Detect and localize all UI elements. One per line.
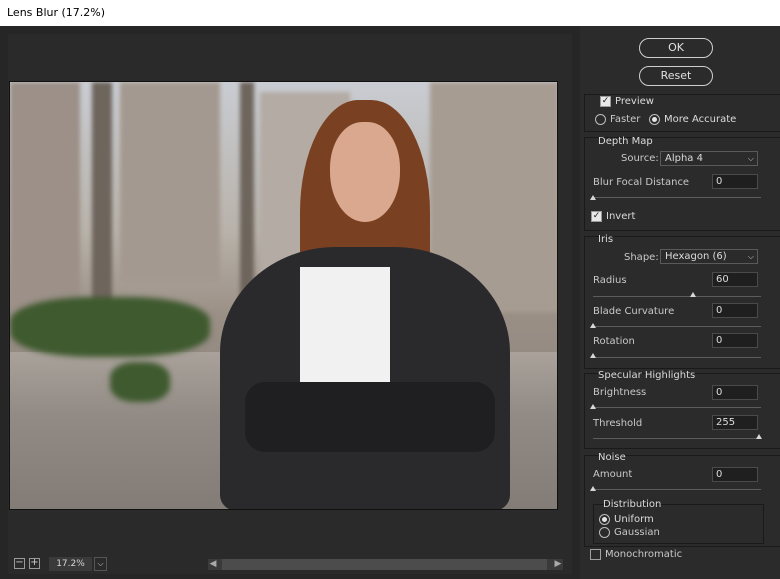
amount-slider[interactable] <box>593 489 761 490</box>
rotation-input[interactable]: 0 <box>712 333 758 348</box>
threshold-thumb[interactable] <box>756 434 762 439</box>
preview-image[interactable] <box>9 81 558 510</box>
zoom-level[interactable]: 17.2% <box>49 557 92 571</box>
scroll-thumb[interactable] <box>222 559 547 570</box>
shape-value: Hexagon (6) <box>665 251 727 262</box>
reset-button[interactable]: Reset <box>639 66 713 86</box>
brightness-slider[interactable] <box>593 407 761 408</box>
amount-label: Amount <box>593 469 633 480</box>
monochromatic-label: Monochromatic <box>605 549 683 560</box>
zoom-out-button[interactable]: − <box>14 558 25 569</box>
amount-input[interactable]: 0 <box>712 467 758 482</box>
threshold-label: Threshold <box>593 418 643 429</box>
rotation-label: Rotation <box>593 336 635 347</box>
zoom-dropdown[interactable]: ⌵ <box>94 557 107 571</box>
distribution-title: Distribution <box>603 499 662 510</box>
focal-distance-input[interactable]: 0 <box>712 174 758 189</box>
faster-radio[interactable] <box>595 114 606 125</box>
zoom-in-button[interactable]: + <box>29 558 40 569</box>
blade-curvature-input[interactable]: 0 <box>712 303 758 318</box>
chevron-down-icon: ⌵ <box>747 154 754 163</box>
blade-curvature-label: Blade Curvature <box>593 306 675 317</box>
settings-panel: OK Reset ✓ Preview Faster More Accurate … <box>580 26 780 579</box>
scroll-right-icon[interactable]: ▶ <box>553 559 563 570</box>
gaussian-radio[interactable] <box>599 527 610 538</box>
radius-label: Radius <box>593 275 627 286</box>
noise-title: Noise <box>598 452 626 463</box>
preview-label: Preview <box>615 96 654 107</box>
radius-input[interactable]: 60 <box>712 272 758 287</box>
source-select[interactable]: Alpha 4 ⌵ <box>660 151 758 166</box>
preview-group <box>584 94 780 132</box>
source-label: Source: <box>621 153 659 164</box>
focal-distance-slider[interactable] <box>593 197 761 198</box>
shape-label: Shape: <box>624 252 659 263</box>
rotation-thumb[interactable] <box>590 353 596 358</box>
monochromatic-checkbox[interactable] <box>590 549 601 560</box>
more-accurate-radio[interactable] <box>649 114 660 125</box>
gaussian-label: Gaussian <box>614 527 660 538</box>
focal-distance-label: Blur Focal Distance <box>593 177 690 188</box>
radius-thumb[interactable] <box>690 292 696 297</box>
uniform-radio[interactable] <box>599 514 610 525</box>
blade-curvature-slider[interactable] <box>593 326 761 327</box>
threshold-input[interactable]: 255 <box>712 415 758 430</box>
blade-curvature-thumb[interactable] <box>590 323 596 328</box>
window-title: Lens Blur (17.2%) <box>0 0 780 26</box>
status-bar: − + 17.2% ⌵ ◀ ▶ <box>8 557 572 573</box>
preview-checkbox[interactable]: ✓ <box>600 96 611 107</box>
threshold-slider[interactable] <box>593 438 761 439</box>
focal-distance-thumb[interactable] <box>590 195 596 200</box>
brightness-input[interactable]: 0 <box>712 385 758 400</box>
specular-title: Specular Highlights <box>598 370 696 381</box>
brightness-label: Brightness <box>593 387 647 398</box>
faster-label: Faster <box>610 114 641 125</box>
shape-select[interactable]: Hexagon (6) ⌵ <box>660 249 758 264</box>
iris-title: Iris <box>598 234 614 245</box>
amount-thumb[interactable] <box>590 486 596 491</box>
radius-slider[interactable] <box>593 296 761 297</box>
source-value: Alpha 4 <box>665 153 703 164</box>
brightness-thumb[interactable] <box>590 404 596 409</box>
scroll-left-icon[interactable]: ◀ <box>208 559 218 570</box>
horizontal-scrollbar[interactable]: ◀ ▶ <box>208 559 563 570</box>
more-accurate-label: More Accurate <box>664 114 737 125</box>
chevron-down-icon: ⌵ <box>747 252 754 261</box>
invert-label: Invert <box>606 211 636 222</box>
rotation-slider[interactable] <box>593 357 761 358</box>
uniform-label: Uniform <box>614 514 654 525</box>
invert-checkbox[interactable]: ✓ <box>591 211 602 222</box>
ok-button[interactable]: OK <box>639 38 713 58</box>
depth-map-title: Depth Map <box>598 136 653 147</box>
